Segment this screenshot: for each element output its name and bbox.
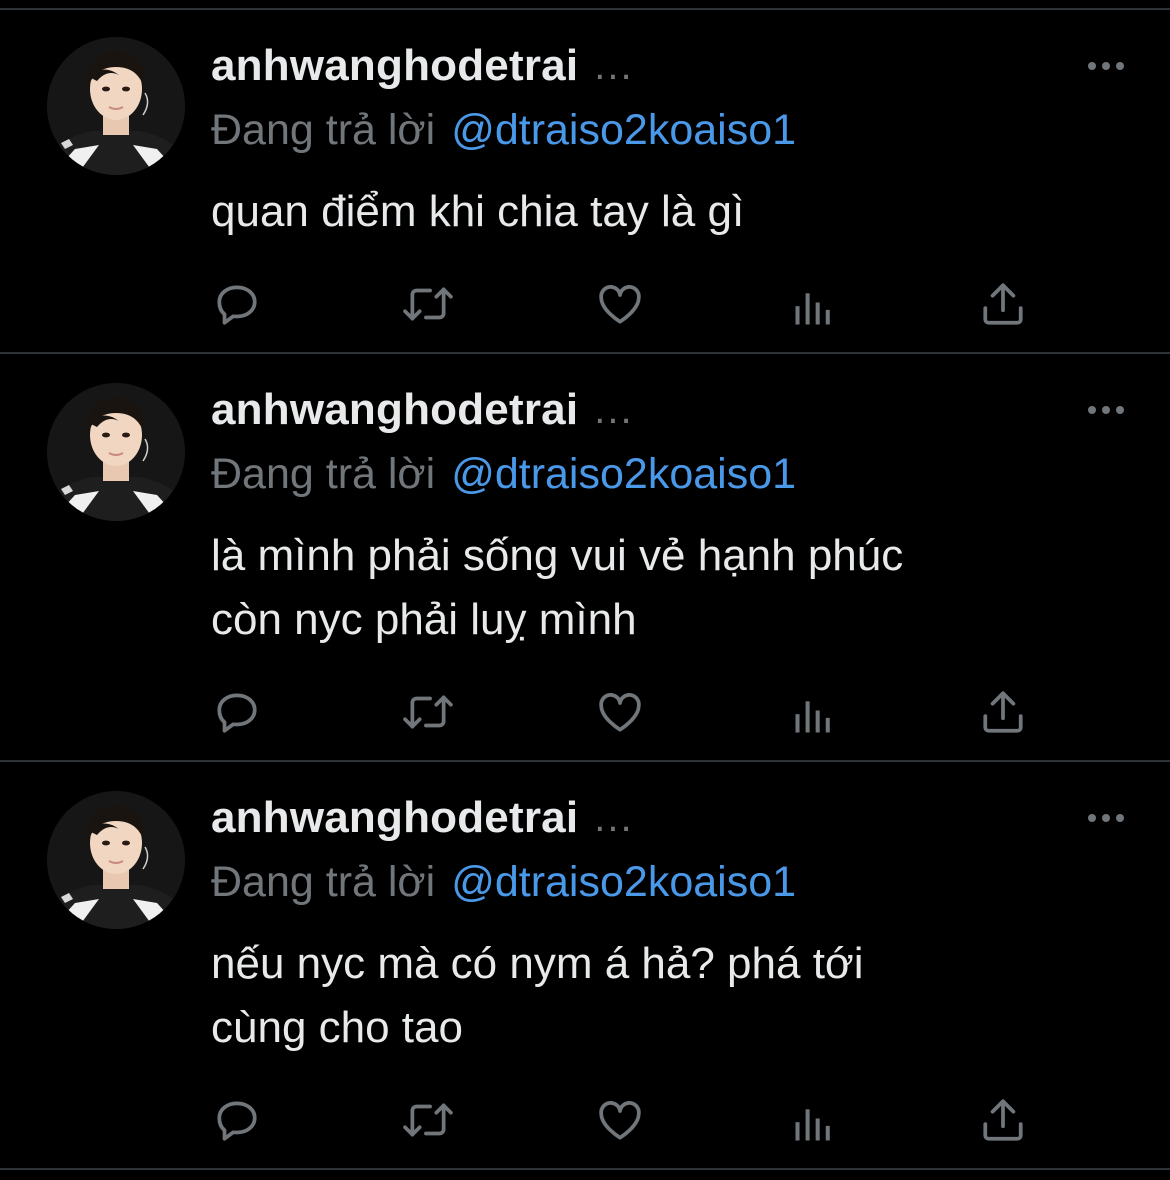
analytics-icon [795, 701, 830, 733]
share-button[interactable] [973, 274, 1033, 334]
tweet-text: nếu nyc mà có nym á hả? phá tới cùng cho… [211, 939, 864, 1052]
name-ellipsis: ... [594, 387, 634, 432]
avatar-image [47, 383, 185, 521]
tweet[interactable]: anhwanghodetrai ... Đang trả lời @dtrais… [0, 762, 1170, 1174]
analytics-button[interactable] [782, 686, 842, 746]
reply-handle-link[interactable]: @dtraiso2koaiso1 [451, 858, 796, 907]
retweet-button[interactable] [398, 274, 458, 334]
reply-handle-link[interactable]: @dtraiso2koaiso1 [451, 450, 796, 499]
name-ellipsis: ... [594, 795, 634, 840]
analytics-button[interactable] [782, 278, 842, 338]
reply-prefix: Đang trả lời [211, 449, 436, 498]
tweet-header: anhwanghodetrai ... [211, 38, 634, 94]
reply-handle-link[interactable]: @dtraiso2koaiso1 [451, 106, 796, 155]
like-button[interactable] [590, 274, 650, 334]
tweet[interactable]: anhwanghodetrai ... Đang trả lời @dtrais… [0, 0, 1170, 354]
reply-context: Đang trả lời @dtraiso2koaiso1 [211, 446, 796, 502]
share-button[interactable] [973, 1090, 1033, 1150]
like-icon [599, 1101, 641, 1140]
reply-context: Đang trả lời @dtraiso2koaiso1 [211, 854, 796, 910]
retweet-icon [403, 287, 453, 321]
name-ellipsis: ... [594, 43, 634, 88]
analytics-icon [795, 293, 830, 325]
share-icon [983, 1099, 1023, 1141]
reply-button[interactable] [207, 682, 267, 742]
retweet-icon [403, 695, 453, 729]
reply-button[interactable] [207, 274, 267, 334]
share-icon [983, 283, 1023, 325]
like-button[interactable] [590, 682, 650, 742]
reply-icon [217, 693, 257, 733]
avatar-image [47, 791, 185, 929]
avatar-image [47, 37, 185, 175]
retweet-button[interactable] [398, 682, 458, 742]
username[interactable]: anhwanghodetrai [211, 793, 578, 843]
like-icon [599, 285, 641, 324]
retweet-icon [403, 1103, 453, 1137]
reply-context: Đang trả lời @dtraiso2koaiso1 [211, 102, 796, 158]
tweet-text: là mình phải sống vui vẻ hạnh phúc còn n… [211, 531, 904, 644]
tweet-header: anhwanghodetrai ... [211, 790, 634, 846]
reply-button[interactable] [207, 1090, 267, 1150]
reply-prefix: Đang trả lời [211, 857, 436, 906]
analytics-button[interactable] [782, 1094, 842, 1154]
avatar[interactable] [47, 791, 185, 929]
analytics-icon [795, 1109, 830, 1141]
tweet-divider [0, 1168, 1170, 1170]
more-horizontal-icon[interactable] [1084, 56, 1128, 76]
tweet-header: anhwanghodetrai ... [211, 382, 634, 438]
reply-prefix: Đang trả lời [211, 105, 436, 154]
like-button[interactable] [590, 1090, 650, 1150]
reply-icon [217, 285, 257, 325]
avatar[interactable] [47, 37, 185, 175]
share-icon [983, 691, 1023, 733]
more-horizontal-icon[interactable] [1084, 808, 1128, 828]
tweet-text: quan điểm khi chia tay là gì [211, 187, 745, 236]
avatar[interactable] [47, 383, 185, 521]
share-button[interactable] [973, 682, 1033, 742]
username[interactable]: anhwanghodetrai [211, 385, 578, 435]
username[interactable]: anhwanghodetrai [211, 41, 578, 91]
reply-icon [217, 1101, 257, 1141]
retweet-button[interactable] [398, 1090, 458, 1150]
tweet[interactable]: anhwanghodetrai ... Đang trả lời @dtrais… [0, 354, 1170, 762]
like-icon [599, 693, 641, 732]
more-horizontal-icon[interactable] [1084, 400, 1128, 420]
